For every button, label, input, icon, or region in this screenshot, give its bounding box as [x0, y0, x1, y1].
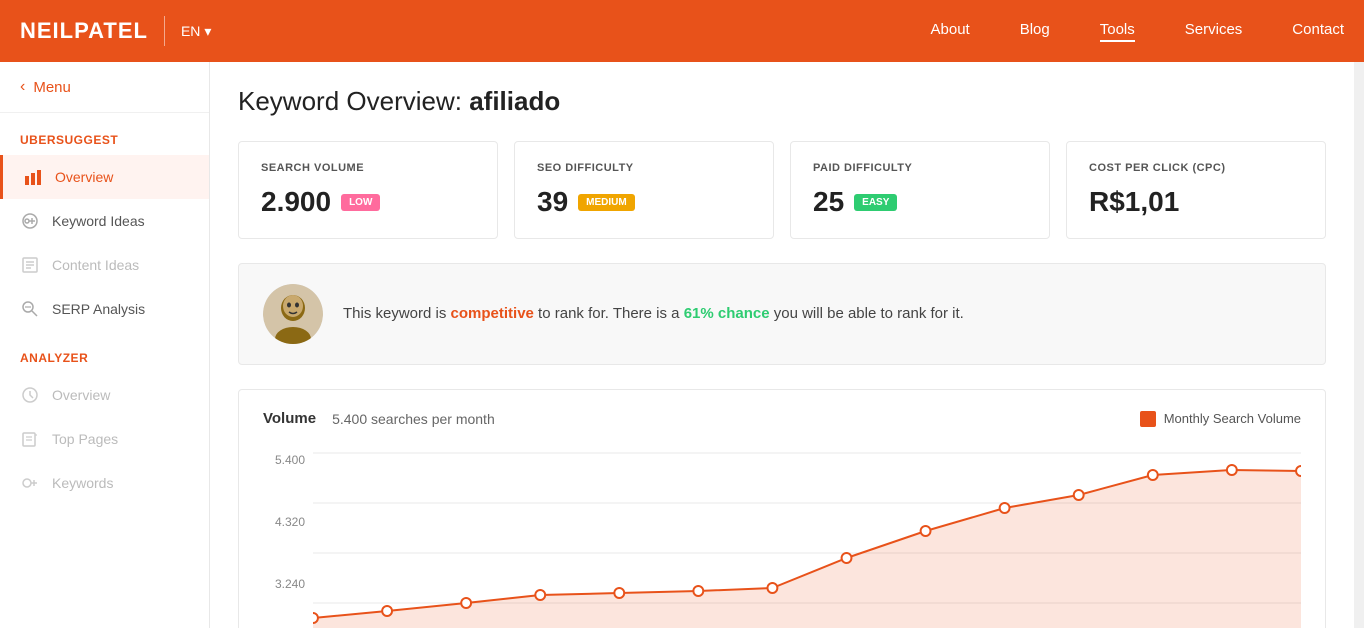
- legend-label: Monthly Search Volume: [1164, 411, 1301, 426]
- content-icon: [20, 255, 40, 275]
- sidebar-item-content-ideas[interactable]: Content Ideas: [0, 243, 209, 287]
- metric-cards: SEARCH VOLUME 2.900 LOW SEO DIFFICULTY 3…: [238, 141, 1326, 239]
- bar-chart-icon: [23, 167, 43, 187]
- sidebar-item-serp-analysis[interactable]: SERP Analysis: [0, 287, 209, 331]
- sidebar-item-overview-label: Overview: [55, 169, 113, 185]
- cpc-label: COST PER CLICK (CPC): [1089, 162, 1303, 174]
- sidebar-item-analyzer-overview[interactable]: Overview: [0, 373, 209, 417]
- serp-icon: [20, 299, 40, 319]
- nav-contact[interactable]: Contact: [1292, 21, 1344, 42]
- menu-toggle[interactable]: ‹ Menu: [0, 62, 209, 113]
- chart-subtitle: 5.400 searches per month: [332, 411, 495, 427]
- sidebar-item-top-pages-label: Top Pages: [52, 431, 118, 447]
- sidebar-item-serp-analysis-label: SERP Analysis: [52, 301, 145, 317]
- page-title: Keyword Overview: afiliado: [238, 86, 1326, 117]
- lang-selector[interactable]: EN: [181, 23, 211, 40]
- y-label-5400: 5.400: [263, 453, 313, 467]
- sidebar-item-overview[interactable]: Overview: [0, 155, 209, 199]
- cpc-value: R$1,01: [1089, 186, 1179, 218]
- overview-icon: [20, 385, 40, 405]
- ubersuggest-section-title: UBERSUGGEST: [0, 113, 209, 155]
- sidebar-item-keywords[interactable]: Keywords: [0, 461, 209, 505]
- y-label-4320: 4.320: [263, 515, 313, 529]
- paid-difficulty-value: 25: [813, 186, 844, 218]
- legend-color-box: [1140, 411, 1156, 427]
- keyword-name: afiliado: [469, 86, 560, 116]
- nav-tools[interactable]: Tools: [1100, 21, 1135, 42]
- chevron-down-icon: [204, 23, 211, 40]
- top-nav: NEILPATEL EN About Blog Tools Services C…: [0, 0, 1364, 62]
- avatar: [263, 284, 323, 344]
- search-volume-badge: LOW: [341, 194, 380, 211]
- sidebar-item-keyword-ideas-label: Keyword Ideas: [52, 213, 145, 229]
- chart-section: Volume 5.400 searches per month Monthly …: [238, 389, 1326, 628]
- metric-card-seo-difficulty: SEO DIFFICULTY 39 MEDIUM: [514, 141, 774, 239]
- search-volume-value: 2.900: [261, 186, 331, 218]
- sidebar-item-content-ideas-label: Content Ideas: [52, 257, 139, 273]
- paid-difficulty-badge: EASY: [854, 194, 897, 211]
- chart-legend: Monthly Search Volume: [1140, 411, 1301, 427]
- nav-divider: [164, 16, 165, 46]
- menu-label: Menu: [33, 79, 71, 96]
- info-box: This keyword is competitive to rank for.…: [238, 263, 1326, 365]
- pages-icon: [20, 429, 40, 449]
- sidebar-item-keyword-ideas[interactable]: Keyword Ideas: [0, 199, 209, 243]
- nav-about[interactable]: About: [931, 21, 970, 42]
- logo: NEILPATEL: [20, 18, 148, 44]
- keyword-icon: [20, 211, 40, 231]
- metric-card-cpc: COST PER CLICK (CPC) R$1,01: [1066, 141, 1326, 239]
- main-content: Keyword Overview: afiliado SEARCH VOLUME…: [210, 62, 1354, 628]
- chart-container: 5.400 4.320 3.240 2.160: [263, 443, 1301, 628]
- chart-svg-area: [313, 443, 1301, 628]
- y-label-3240: 3.240: [263, 577, 313, 591]
- paid-difficulty-label: PAID DIFFICULTY: [813, 162, 1027, 174]
- chart-header: Volume 5.400 searches per month Monthly …: [263, 410, 1301, 427]
- sidebar: ‹ Menu UBERSUGGEST Overview: [0, 62, 210, 628]
- keywords-icon: [20, 473, 40, 493]
- nav-links: About Blog Tools Services Contact: [931, 21, 1345, 42]
- metric-card-search-volume: SEARCH VOLUME 2.900 LOW: [238, 141, 498, 239]
- seo-difficulty-badge: MEDIUM: [578, 194, 635, 211]
- chart-y-labels: 5.400 4.320 3.240 2.160: [263, 443, 313, 628]
- sidebar-item-top-pages[interactable]: Top Pages: [0, 417, 209, 461]
- metric-card-paid-difficulty: PAID DIFFICULTY 25 EASY: [790, 141, 1050, 239]
- nav-blog[interactable]: Blog: [1020, 21, 1050, 42]
- seo-difficulty-label: SEO DIFFICULTY: [537, 162, 751, 174]
- chart-title: Volume: [263, 410, 316, 427]
- analyzer-section-title: ANALYZER: [0, 331, 209, 373]
- chevron-left-icon: ‹: [20, 78, 25, 96]
- seo-difficulty-value: 39: [537, 186, 568, 218]
- nav-services[interactable]: Services: [1185, 21, 1243, 42]
- scrollbar-track[interactable]: [1354, 62, 1364, 628]
- sidebar-item-analyzer-overview-label: Overview: [52, 387, 110, 403]
- sidebar-item-keywords-label: Keywords: [52, 475, 113, 491]
- search-volume-label: SEARCH VOLUME: [261, 162, 475, 174]
- info-text: This keyword is competitive to rank for.…: [343, 303, 964, 326]
